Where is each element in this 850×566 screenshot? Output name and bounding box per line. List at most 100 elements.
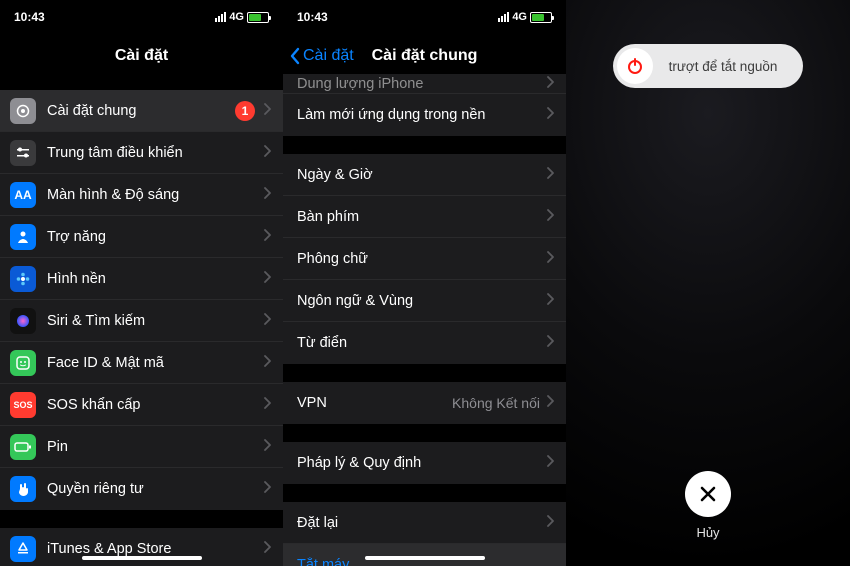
row-label: Quyền riêng tư: [47, 481, 263, 497]
chevron-right-icon: [546, 395, 554, 411]
row-label: VPN: [297, 395, 452, 411]
row-label: Face ID & Mật mã: [47, 355, 263, 371]
settings-row[interactable]: AA Màn hình & Độ sáng: [0, 174, 283, 216]
flower-icon: [10, 266, 36, 292]
chevron-right-icon: [263, 439, 271, 455]
battery-icon: [247, 12, 269, 23]
settings-row[interactable]: Từ điển: [283, 322, 566, 364]
signal-icon: [215, 12, 226, 22]
chevron-right-icon: [263, 541, 271, 557]
chevron-right-icon: [263, 271, 271, 287]
chevron-right-icon: [546, 515, 554, 531]
back-label: Cài đặt: [303, 47, 354, 65]
power-icon: [625, 56, 645, 76]
close-icon: [698, 484, 718, 504]
row-label: Hình nền: [47, 271, 263, 287]
face-icon: [10, 350, 36, 376]
battery-icon: [530, 12, 552, 23]
settings-row[interactable]: Làm mới ứng dụng trong nền: [283, 94, 566, 136]
row-label: iTunes & App Store: [47, 541, 263, 557]
hand-icon: [10, 476, 36, 502]
slide-to-power-off[interactable]: trượt để tắt nguồn: [613, 44, 803, 88]
cancel-button[interactable]: [685, 471, 731, 517]
settings-row[interactable]: Cài đặt chung1: [0, 90, 283, 132]
settings-row[interactable]: VPNKhông Kết nối: [283, 382, 566, 424]
settings-row[interactable]: Siri & Tìm kiếm: [0, 300, 283, 342]
chevron-right-icon: [546, 455, 554, 471]
settings-row[interactable]: Ngày & Giờ: [283, 154, 566, 196]
person-icon: [10, 224, 36, 250]
chevron-right-icon: [546, 107, 554, 123]
chevron-right-icon: [546, 293, 554, 309]
row-label: Siri & Tìm kiếm: [47, 313, 263, 329]
row-label: Ngôn ngữ & Vùng: [297, 293, 546, 309]
back-button[interactable]: Cài đặt: [289, 34, 354, 78]
row-label: Phông chữ: [297, 251, 546, 267]
settings-root-pane: 10:43 4G Cài đặt Cài đặt chung1 Trung tâm…: [0, 0, 283, 566]
settings-row[interactable]: Pin: [0, 426, 283, 468]
row-label: Trợ năng: [47, 229, 263, 245]
row-label: Dung lượng iPhone: [297, 76, 546, 92]
status-bar: 10:43 4G: [283, 0, 566, 34]
settings-row[interactable]: Dung lượng iPhone: [283, 74, 566, 94]
power-off-pane: trượt để tắt nguồn Hủy: [566, 0, 850, 566]
signal-icon: [498, 12, 509, 22]
chevron-right-icon: [546, 335, 554, 351]
settings-row[interactable]: Face ID & Mật mã: [0, 342, 283, 384]
chevron-right-icon: [546, 167, 554, 183]
row-value: Không Kết nối: [452, 395, 540, 411]
row-label: Bàn phím: [297, 209, 546, 225]
settings-row[interactable]: Phông chữ: [283, 238, 566, 280]
settings-row[interactable]: Quyền riêng tư: [0, 468, 283, 510]
settings-row[interactable]: Bàn phím: [283, 196, 566, 238]
home-indicator[interactable]: [82, 556, 202, 560]
chevron-left-icon: [289, 47, 301, 65]
settings-row[interactable]: Trung tâm điều khiển: [0, 132, 283, 174]
settings-row[interactable]: Tắt máy: [283, 544, 566, 566]
nav-bar: Cài đặt: [0, 34, 283, 78]
network-label: 4G: [229, 11, 244, 23]
notification-badge: 1: [235, 101, 255, 121]
row-label: Cài đặt chung: [47, 103, 235, 119]
settings-row[interactable]: Hình nền: [0, 258, 283, 300]
network-label: 4G: [512, 11, 527, 23]
chevron-right-icon: [546, 209, 554, 225]
chevron-right-icon: [546, 251, 554, 267]
nav-bar: Cài đặt Cài đặt chung: [283, 34, 566, 78]
chevron-right-icon: [263, 481, 271, 497]
chevron-right-icon: [263, 103, 271, 119]
aa-icon: AA: [10, 182, 36, 208]
row-label: SOS khẩn cấp: [47, 397, 263, 413]
page-title: Cài đặt chung: [372, 47, 478, 65]
power-knob[interactable]: [617, 48, 653, 84]
cancel-label: Hủy: [696, 525, 719, 540]
settings-row[interactable]: Trợ năng: [0, 216, 283, 258]
row-label: Trung tâm điều khiển: [47, 145, 263, 161]
appstore-icon: [10, 536, 36, 562]
chevron-right-icon: [263, 313, 271, 329]
status-time: 10:43: [297, 10, 328, 24]
status-bar: 10:43 4G: [0, 0, 283, 34]
row-label: Pháp lý & Quy định: [297, 455, 546, 471]
settings-row[interactable]: Pháp lý & Quy định: [283, 442, 566, 484]
slide-label: trượt để tắt nguồn: [653, 59, 803, 74]
chevron-right-icon: [263, 397, 271, 413]
chevron-right-icon: [546, 76, 554, 92]
status-time: 10:43: [14, 10, 45, 24]
home-indicator[interactable]: [365, 556, 485, 560]
row-label: Màn hình & Độ sáng: [47, 187, 263, 203]
battery-icon: [10, 434, 36, 460]
row-label: Đặt lại: [297, 515, 546, 531]
chevron-right-icon: [263, 229, 271, 245]
sliders-icon: [10, 140, 36, 166]
row-label: Pin: [47, 439, 263, 455]
settings-row[interactable]: iTunes & App Store: [0, 528, 283, 566]
chevron-right-icon: [263, 187, 271, 203]
row-label: Ngày & Giờ: [297, 167, 546, 183]
settings-row[interactable]: SOSSOS khẩn cấp: [0, 384, 283, 426]
settings-row[interactable]: Đặt lại: [283, 502, 566, 544]
settings-row[interactable]: Ngôn ngữ & Vùng: [283, 280, 566, 322]
row-label: Làm mới ứng dụng trong nền: [297, 107, 546, 123]
chevron-right-icon: [263, 145, 271, 161]
siri-icon: [10, 308, 36, 334]
